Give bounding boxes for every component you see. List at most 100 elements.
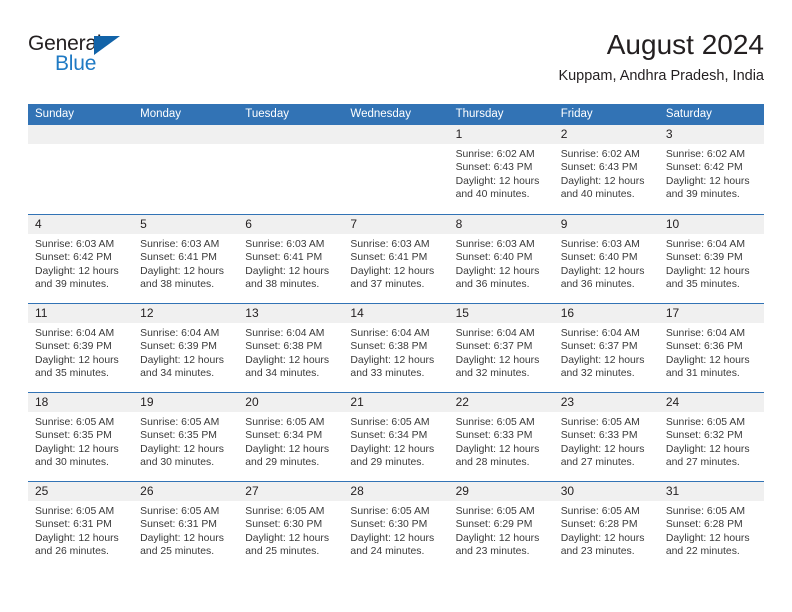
daylight-text-line1: Daylight: 12 hours: [560, 443, 645, 455]
daylight-text-line1: Daylight: 12 hours: [350, 265, 435, 277]
day-cell[interactable]: 26 Sunrise: 6:05 AM Sunset: 6:31 PM Dayligh…: [133, 482, 239, 570]
daylight-text-line1: Daylight: 12 hours: [665, 532, 750, 544]
sunset-text: Sunset: 6:33 PM: [560, 430, 638, 442]
day-cell[interactable]: 11 Sunrise: 6:04 AM Sunset: 6:39 PM Dayligh…: [28, 304, 134, 392]
daylight-text-line1: Daylight: 12 hours: [560, 175, 645, 187]
calendar-grid: Sunday Monday Tuesday Wednesday Thursday…: [28, 104, 764, 570]
day-number: 21: [350, 395, 364, 409]
day-cell[interactable]: 15 Sunrise: 6:04 AM Sunset: 6:37 PM Dayligh…: [448, 304, 554, 392]
day-details: Sunrise: 6:05 AM Sunset: 6:35 PM Daylight:…: [133, 412, 239, 470]
day-cell[interactable]: 1 Sunrise: 6:02 AM Sunset: 6:43 PM Daylight…: [448, 125, 554, 214]
day-cell[interactable]: 16 Sunrise: 6:04 AM Sunset: 6:37 PM Dayligh…: [553, 304, 659, 392]
calendar-page: General Blue August 2024 Kuppam, Andhra …: [0, 0, 792, 612]
day-number: 17: [665, 306, 680, 320]
day-cell[interactable]: 12 Sunrise: 6:04 AM Sunset: 6:39 PM Dayligh…: [133, 304, 239, 392]
day-details: [238, 144, 344, 148]
day-details: Sunrise: 6:02 AM Sunset: 6:43 PM Daylight:…: [448, 144, 554, 202]
day-cell[interactable]: 28 Sunrise: 6:05 AM Sunset: 6:30 PM Dayligh…: [343, 482, 449, 570]
day-cell[interactable]: 3 Sunrise: 6:02 AM Sunset: 6:42 PM Daylight…: [658, 125, 764, 214]
week-row: 18 Sunrise: 6:05 AM Sunset: 6:35 PM Dayligh…: [28, 392, 764, 481]
day-cell[interactable]: 9 Sunrise: 6:03 AM Sunset: 6:40 PM Daylight…: [553, 215, 659, 303]
weekday-header-friday: Friday: [560, 108, 593, 120]
day-number-band: 2: [553, 125, 659, 144]
daylight-text-line2: and 34 minutes.: [245, 368, 320, 380]
daylight-text-line2: and 39 minutes.: [665, 189, 740, 201]
day-number: 26: [140, 484, 154, 498]
day-cell[interactable]: 21 Sunrise: 6:05 AM Sunset: 6:34 PM Dayligh…: [343, 393, 449, 481]
sunset-text: Sunset: 6:32 PM: [665, 430, 743, 442]
daylight-text-line1: Daylight: 12 hours: [455, 175, 540, 187]
weekday-header-saturday: Saturday: [665, 108, 712, 120]
sunrise-text: Sunrise: 6:05 AM: [350, 417, 430, 428]
day-number: 16: [560, 306, 575, 320]
day-details: [133, 144, 239, 148]
day-number-band: 19: [133, 393, 239, 412]
day-number-band: 13: [238, 304, 344, 323]
sunset-text: Sunset: 6:39 PM: [35, 341, 112, 353]
day-cell[interactable]: 7 Sunrise: 6:03 AM Sunset: 6:41 PM Daylight…: [343, 215, 449, 303]
weeks-container: 1 Sunrise: 6:02 AM Sunset: 6:43 PM Daylight…: [28, 125, 764, 570]
day-cell[interactable]: 27 Sunrise: 6:05 AM Sunset: 6:30 PM Dayligh…: [238, 482, 344, 570]
weekday-header-thursday: Thursday: [455, 108, 504, 120]
sunrise-text: Sunrise: 6:03 AM: [245, 239, 325, 250]
day-cell[interactable]: 6 Sunrise: 6:03 AM Sunset: 6:41 PM Daylight…: [238, 215, 344, 303]
day-cell[interactable]: 5 Sunrise: 6:03 AM Sunset: 6:41 PM Daylight…: [133, 215, 239, 303]
daylight-text-line1: Daylight: 12 hours: [35, 265, 119, 277]
day-cell[interactable]: 30 Sunrise: 6:05 AM Sunset: 6:28 PM Dayligh…: [553, 482, 659, 570]
day-cell[interactable]: 22 Sunrise: 6:05 AM Sunset: 6:33 PM Dayligh…: [448, 393, 554, 481]
day-cell[interactable]: 2 Sunrise: 6:02 AM Sunset: 6:43 PM Daylight…: [553, 125, 659, 214]
day-details: Sunrise: 6:05 AM Sunset: 6:28 PM Daylight:…: [658, 501, 764, 559]
day-number: 15: [455, 306, 469, 320]
day-cell[interactable]: 4 Sunrise: 6:03 AM Sunset: 6:42 PM Daylight…: [28, 215, 134, 303]
day-number: 27: [245, 484, 259, 498]
daylight-text-line1: Daylight: 12 hours: [455, 532, 540, 544]
day-details: Sunrise: 6:05 AM Sunset: 6:34 PM Daylight:…: [343, 412, 449, 470]
general-blue-logo[interactable]: General Blue: [28, 32, 148, 84]
day-cell[interactable]: 29 Sunrise: 6:05 AM Sunset: 6:29 PM Dayligh…: [448, 482, 554, 570]
sunrise-text: Sunrise: 6:04 AM: [350, 328, 430, 339]
day-cell[interactable]: 13 Sunrise: 6:04 AM Sunset: 6:38 PM Dayligh…: [238, 304, 344, 392]
day-cell[interactable]: 23 Sunrise: 6:05 AM Sunset: 6:33 PM Dayligh…: [553, 393, 659, 481]
day-details: Sunrise: 6:03 AM Sunset: 6:41 PM Daylight:…: [133, 234, 239, 292]
sunrise-text: Sunrise: 6:03 AM: [455, 239, 535, 250]
daylight-text-line1: Daylight: 12 hours: [350, 443, 435, 455]
daylight-text-line1: Daylight: 12 hours: [245, 532, 330, 544]
day-number: 18: [35, 395, 49, 409]
day-cell[interactable]: 19 Sunrise: 6:05 AM Sunset: 6:35 PM Dayligh…: [133, 393, 239, 481]
day-number-band: 20: [238, 393, 344, 412]
daylight-text-line1: Daylight: 12 hours: [350, 532, 435, 544]
day-cell[interactable]: 31 Sunrise: 6:05 AM Sunset: 6:28 PM Dayligh…: [658, 482, 764, 570]
day-cell[interactable]: 17 Sunrise: 6:04 AM Sunset: 6:36 PM Dayligh…: [658, 304, 764, 392]
day-number-band: [28, 125, 134, 144]
day-details: Sunrise: 6:05 AM Sunset: 6:31 PM Daylight:…: [28, 501, 134, 559]
daylight-text-line2: and 40 minutes.: [560, 189, 635, 201]
day-details: Sunrise: 6:04 AM Sunset: 6:37 PM Daylight:…: [553, 323, 659, 381]
day-cell[interactable]: 8 Sunrise: 6:03 AM Sunset: 6:40 PM Daylight…: [448, 215, 554, 303]
sunset-text: Sunset: 6:31 PM: [35, 519, 112, 531]
page-subtitle: Kuppam, Andhra Pradesh, India: [558, 68, 764, 84]
daylight-text-line1: Daylight: 12 hours: [665, 443, 750, 455]
day-number-band: 10: [658, 215, 764, 234]
daylight-text-line1: Daylight: 12 hours: [350, 354, 435, 366]
day-cell[interactable]: 10 Sunrise: 6:04 AM Sunset: 6:39 PM Dayligh…: [658, 215, 764, 303]
daylight-text-line1: Daylight: 12 hours: [665, 175, 750, 187]
day-number-band: 12: [133, 304, 239, 323]
day-cell[interactable]: 24 Sunrise: 6:05 AM Sunset: 6:32 PM Dayligh…: [658, 393, 764, 481]
day-cell[interactable]: 14 Sunrise: 6:04 AM Sunset: 6:38 PM Dayligh…: [343, 304, 449, 392]
day-cell-empty: [238, 125, 344, 214]
day-number-band: 4: [28, 215, 134, 234]
daylight-text-line2: and 28 minutes.: [455, 457, 530, 469]
sunrise-text: Sunrise: 6:04 AM: [245, 328, 325, 339]
day-number-band: 9: [553, 215, 659, 234]
day-cell[interactable]: 20 Sunrise: 6:05 AM Sunset: 6:34 PM Dayligh…: [238, 393, 344, 481]
sunset-text: Sunset: 6:35 PM: [140, 430, 217, 442]
day-cell[interactable]: 25 Sunrise: 6:05 AM Sunset: 6:31 PM Dayligh…: [28, 482, 134, 570]
daylight-text-line2: and 23 minutes.: [455, 546, 530, 558]
day-cell[interactable]: 18 Sunrise: 6:05 AM Sunset: 6:35 PM Dayligh…: [28, 393, 134, 481]
daylight-text-line2: and 36 minutes.: [455, 279, 530, 291]
sunset-text: Sunset: 6:41 PM: [140, 252, 217, 264]
sunset-text: Sunset: 6:30 PM: [350, 519, 428, 531]
daylight-text-line1: Daylight: 12 hours: [245, 265, 330, 277]
day-number-band: 8: [448, 215, 554, 234]
daylight-text-line2: and 39 minutes.: [35, 279, 109, 291]
